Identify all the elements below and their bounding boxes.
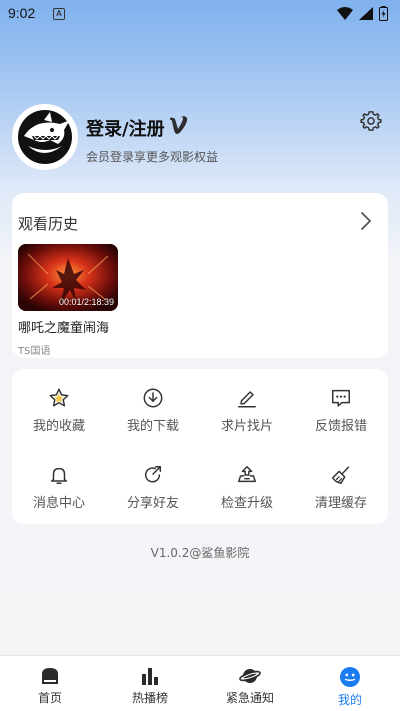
download-icon bbox=[143, 388, 163, 408]
nav-hot-chart[interactable]: 热播榜 bbox=[100, 656, 200, 711]
version-text: V1.0.2@鲨鱼影院 bbox=[150, 546, 250, 560]
messages-label: 消息中心 bbox=[32, 496, 85, 511]
broom-icon bbox=[332, 466, 350, 484]
movie-thumbnail: 00:01/2:18:39 bbox=[18, 244, 118, 311]
history-card: 观看历史 00:01/2:18:39 哪吒之魔童闹海 TS国语 bbox=[12, 193, 388, 358]
login-register-link[interactable]: 登录/注册 bbox=[86, 115, 165, 141]
avatar[interactable] bbox=[12, 104, 78, 170]
settings-gear-icon[interactable] bbox=[360, 110, 382, 132]
nav-home[interactable]: 首页 bbox=[0, 656, 100, 711]
planet-icon bbox=[239, 669, 261, 683]
status-icons bbox=[337, 6, 388, 21]
check-update-button[interactable]: 检查升级 bbox=[200, 464, 294, 524]
pen-icon bbox=[238, 391, 256, 408]
downloads-button[interactable]: 我的下载 bbox=[106, 387, 200, 447]
downloads-label: 我的下载 bbox=[126, 419, 179, 434]
movie-title: 哪吒之魔童闹海 bbox=[18, 321, 110, 336]
favorites-button[interactable]: 我的收藏 bbox=[12, 387, 106, 447]
shark-logo-icon bbox=[14, 106, 76, 168]
clear-cache-label: 清理缓存 bbox=[314, 496, 367, 511]
message-icon bbox=[332, 389, 350, 407]
request-movie-label: 求片找片 bbox=[220, 419, 273, 434]
clear-cache-button[interactable]: 清理缓存 bbox=[294, 464, 388, 524]
wifi-icon bbox=[337, 7, 353, 20]
status-time: 9:02 bbox=[8, 5, 36, 21]
battery-icon bbox=[379, 6, 388, 21]
bell-icon bbox=[50, 467, 68, 484]
history-title: 观看历史 bbox=[18, 215, 79, 233]
status-bar: 9:02 A bbox=[0, 0, 400, 28]
nav-mine[interactable]: 我的 bbox=[300, 656, 400, 711]
nav-hot-chart-label: 热播榜 bbox=[131, 691, 168, 705]
request-movie-button[interactable]: 求片找片 bbox=[200, 387, 294, 447]
feedback-label: 反馈报错 bbox=[314, 419, 367, 434]
upgrade-icon bbox=[238, 466, 256, 483]
nav-notice-label: 紧急通知 bbox=[225, 691, 274, 705]
nav-notice[interactable]: 紧急通知 bbox=[200, 656, 300, 711]
movie-tag: TS国语 bbox=[18, 346, 51, 357]
nav-home-label: 首页 bbox=[37, 691, 62, 705]
history-item[interactable]: 00:01/2:18:39 哪吒之魔童闹海 TS国语 bbox=[18, 244, 118, 357]
chevron-right-icon[interactable] bbox=[358, 211, 374, 231]
face-icon bbox=[340, 667, 360, 687]
bottom-nav: 首页 热播榜 紧急通知 我的 bbox=[0, 655, 400, 711]
favorites-label: 我的收藏 bbox=[32, 419, 85, 434]
chart-icon bbox=[142, 668, 158, 685]
home-icon bbox=[42, 668, 58, 684]
nav-mine-label: 我的 bbox=[337, 693, 362, 707]
share-icon bbox=[144, 466, 162, 483]
check-update-label: 检查升级 bbox=[220, 496, 273, 511]
share-button[interactable]: 分享好友 bbox=[106, 464, 200, 524]
feedback-button[interactable]: 反馈报错 bbox=[294, 387, 388, 447]
share-label: 分享好友 bbox=[126, 496, 179, 511]
messages-button[interactable]: 消息中心 bbox=[12, 464, 106, 524]
notification-icon: A bbox=[53, 8, 65, 20]
functions-card: 我的收藏 我的下载 求片找片 反馈报错 消息中心 分享好友 检查升级 清理缓存 bbox=[12, 369, 388, 524]
login-subtitle: 会员登录享更多观影权益 bbox=[86, 150, 219, 164]
star-icon bbox=[49, 388, 69, 407]
watch-progress: 00:01/2:18:39 bbox=[58, 297, 114, 307]
vip-icon bbox=[170, 116, 188, 134]
signal-icon bbox=[359, 7, 373, 20]
